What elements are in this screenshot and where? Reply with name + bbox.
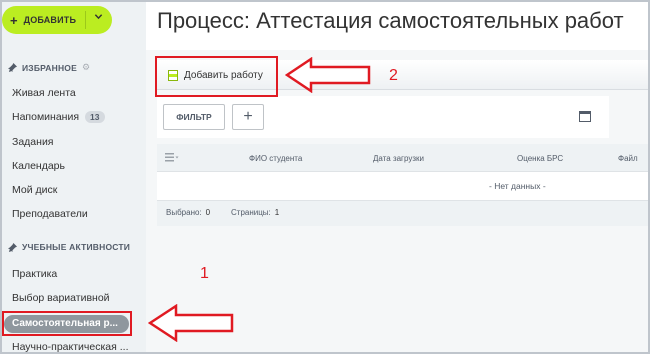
add-button-label: ДОБАВИТЬ [23, 15, 77, 25]
selected-count: Выбрано: 0 [166, 208, 210, 217]
sidebar-item-label: Напоминания [12, 111, 80, 123]
gear-icon[interactable]: ⚙ [82, 62, 90, 73]
column-header-grade[interactable]: Оценка БРС [517, 154, 563, 163]
window-settings-icon[interactable] [579, 111, 591, 122]
sidebar-item-independent-work[interactable]: Самостоятельная р... [4, 315, 129, 333]
pin-icon [8, 63, 17, 72]
selected-value: 0 [205, 208, 211, 217]
chevron-down-icon[interactable] [94, 12, 103, 24]
column-header-file[interactable]: Файл [618, 154, 638, 163]
add-button-divider [85, 11, 86, 29]
sidebar: + ДОБАВИТЬ ИЗБРАННОЕ ⚙ Живая лента Напом… [0, 0, 146, 354]
sidebar-item-my-drive[interactable]: Мой диск [12, 184, 57, 196]
add-filter-button[interactable]: + [232, 104, 264, 130]
arrow-left-icon [285, 57, 371, 93]
add-work-label: Добавить работу [184, 69, 263, 81]
section-favorites-title: ИЗБРАННОЕ [22, 62, 77, 73]
pages-value: 1 [274, 208, 280, 217]
annotation-marker-1: 1 [200, 265, 209, 282]
annotation-marker-2: 2 [389, 67, 398, 84]
counter-badge: 13 [85, 111, 105, 123]
section-activities-title: УЧЕБНЫЕ АКТИВНОСТИ [22, 242, 131, 252]
column-header-student[interactable]: ФИО студента [249, 154, 302, 163]
page-title: Процесс: Аттестация самостоятельных рабо… [157, 8, 624, 33]
arrow-left-icon [148, 304, 234, 342]
filter-button[interactable]: ФИЛЬТР [163, 104, 225, 130]
sidebar-item-research[interactable]: Научно-практическая ... [12, 341, 129, 353]
sidebar-item-practice[interactable]: Практика [12, 268, 57, 280]
selected-label: Выбрано: [166, 208, 202, 217]
add-button[interactable]: + ДОБАВИТЬ [2, 6, 112, 34]
sidebar-item-tasks[interactable]: Задания [12, 136, 54, 148]
add-work-button[interactable]: Добавить работу [168, 67, 263, 83]
menu-icon[interactable] [165, 153, 179, 162]
pin-icon [8, 242, 17, 252]
sidebar-item-calendar[interactable]: Календарь [12, 160, 65, 172]
sidebar-item-teachers[interactable]: Преподаватели [12, 208, 88, 220]
pages-count: Страницы: 1 [231, 208, 279, 217]
plus-icon: + [10, 12, 18, 28]
pages-label: Страницы: [231, 208, 271, 217]
column-header-upload-date[interactable]: Дата загрузки [373, 154, 424, 163]
document-icon [168, 69, 178, 81]
section-favorites[interactable]: ИЗБРАННОЕ ⚙ [8, 62, 90, 73]
empty-state: - Нет данных - [489, 181, 546, 191]
sidebar-item-reminders[interactable]: Напоминания 13 [12, 111, 105, 123]
sidebar-item-elective[interactable]: Выбор вариативной [12, 292, 110, 304]
section-activities[interactable]: УЧЕБНЫЕ АКТИВНОСТИ [8, 242, 130, 252]
sidebar-item-live-feed[interactable]: Живая лента [12, 87, 76, 99]
